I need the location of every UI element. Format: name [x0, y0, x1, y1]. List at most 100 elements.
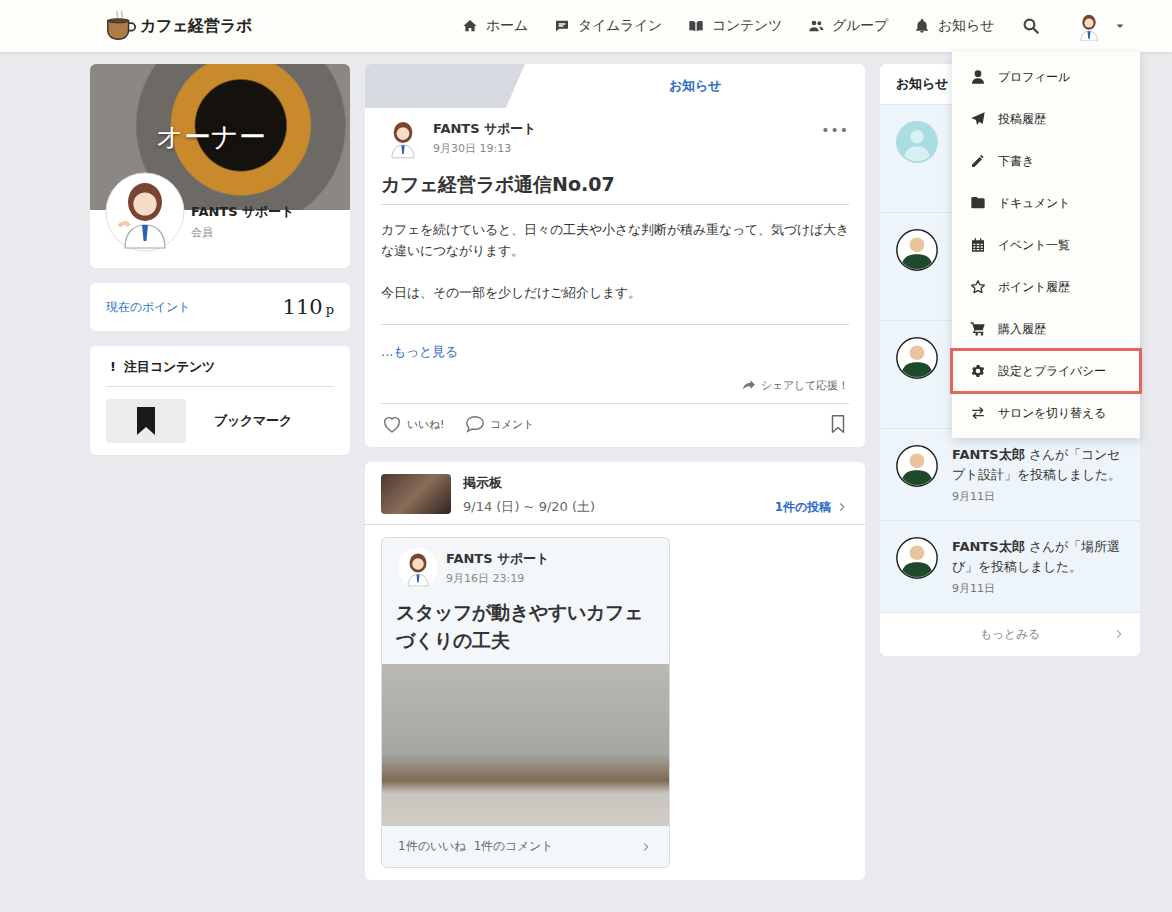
post-menu-button[interactable]: ••• [821, 122, 849, 138]
points-value: 110p [283, 295, 334, 319]
nav-item[interactable]: タイムライン [554, 17, 662, 35]
account-menu-item[interactable]: 下書き [952, 140, 1140, 182]
account-menu: プロフィール投稿履歴下書きドキュメントイベント一覧ポイント履歴購入履歴設定とプラ… [952, 52, 1140, 438]
post-author-name[interactable]: FANTS サポート [433, 120, 536, 138]
entry-avatar-icon[interactable] [398, 548, 438, 588]
read-more-link[interactable]: ...もっと見る [365, 325, 865, 361]
send-icon [970, 111, 986, 127]
entry-time: 9月16日 23:19 [446, 571, 549, 586]
coffee-cup-icon [104, 9, 138, 43]
member-avatar-icon [896, 337, 938, 379]
account-menu-item[interactable]: サロンを切り替える [952, 392, 1140, 434]
account-button[interactable] [1074, 11, 1126, 41]
bookmark-icon[interactable] [827, 413, 849, 435]
person-icon [970, 69, 986, 85]
featured-title: !注目コンテンツ [106, 358, 334, 387]
post-actions: いいね! コメント [381, 403, 849, 447]
nav-item[interactable]: ホーム [462, 17, 528, 35]
entry-photo [382, 664, 669, 826]
board-title: 掲示板 [463, 474, 849, 492]
heart-icon [381, 413, 403, 435]
bell-icon [914, 18, 930, 34]
logo-text: カフェ経営ラボ [140, 16, 252, 37]
board-thumbnail [381, 474, 451, 514]
post-time: 9月30日 19:13 [433, 141, 536, 156]
chevron-right-icon [835, 500, 849, 514]
logo[interactable]: カフェ経営ラボ [104, 9, 252, 43]
share-button[interactable]: シェアして応援！ [365, 361, 865, 403]
notification-item[interactable]: FANTS太郎 さんが「場所選び」を投稿しました。9月11日 [880, 521, 1140, 613]
profile-avatar-icon[interactable] [105, 172, 185, 252]
account-menu-item[interactable]: プロフィール [952, 56, 1140, 98]
like-button[interactable]: いいね! [381, 413, 444, 435]
notification-date: 9月11日 [952, 489, 1124, 504]
notification-actor: FANTS太郎 [952, 539, 1025, 554]
account-menu-item[interactable]: ポイント履歴 [952, 266, 1140, 308]
board-count[interactable]: 1件の投稿 [775, 499, 849, 516]
caret-down-icon [1114, 20, 1126, 32]
comment-button[interactable]: コメント [464, 413, 534, 435]
board-header[interactable]: 掲示板 9/14 (日) ~ 9/20 (土) 1件の投稿 [365, 462, 865, 525]
book-icon [688, 18, 704, 34]
folder-icon [970, 195, 986, 211]
post-tab[interactable]: お知らせ [525, 64, 865, 108]
post-card: お知らせ FANTS サポート 9月30日 19:13 ••• カフェ経営ラボ通信No.… [365, 64, 865, 447]
featured-card: !注目コンテンツブックマーク [90, 346, 350, 455]
cover-label: オーナー [156, 119, 266, 155]
comment-icon [464, 413, 486, 435]
top-bar: カフェ経営ラボホームタイムラインコンテンツグループお知らせプロフィール投稿履歴下… [0, 0, 1172, 52]
profile-card: オーナー FANTS サポート会員 [90, 64, 350, 268]
nav-item[interactable]: グループ [808, 17, 888, 35]
center-column: お知らせ FANTS サポート 9月30日 19:13 ••• カフェ経営ラボ通信No.… [365, 64, 865, 880]
users-icon [808, 18, 824, 34]
left-column: オーナー FANTS サポート会員現在のポイント 110p !注目コンテンツブックマー… [90, 64, 350, 455]
points-card[interactable]: 現在のポイント 110p [90, 283, 350, 331]
member-avatar-icon [896, 537, 938, 579]
search-icon[interactable] [1022, 17, 1040, 35]
chevron-right-icon [1112, 627, 1126, 641]
author-avatar-icon[interactable] [381, 116, 425, 160]
chevron-right-icon [639, 840, 653, 854]
account-menu-item[interactable]: ドキュメント [952, 182, 1140, 224]
board-card: 掲示板 9/14 (日) ~ 9/20 (土) 1件の投稿 FANTS サポート 9月… [365, 462, 865, 880]
board-entry-card[interactable]: FANTS サポート 9月16日 23:19 スタッフが動きやすいカフェづくりの工夫… [381, 537, 670, 868]
account-menu-item[interactable]: 設定とプライバシー [952, 350, 1140, 392]
profile-role: 会員 [191, 225, 294, 240]
calendar-icon [970, 237, 986, 253]
account-menu-item[interactable]: 購入履歴 [952, 308, 1140, 350]
bookmark-icon [134, 405, 158, 437]
points-label: 現在のポイント [106, 299, 190, 316]
board-range: 9/14 (日) ~ 9/20 (土) [463, 498, 595, 516]
pencil-icon [970, 153, 986, 169]
entry-likes: 1件のいいね [398, 838, 466, 855]
swap-icon [970, 405, 986, 421]
user-avatar-icon [1074, 11, 1104, 41]
cart-icon [970, 321, 986, 337]
entry-comments: 1件のコメント [474, 838, 554, 855]
featured-item[interactable]: ブックマーク [106, 399, 334, 443]
post-title: カフェ経営ラボ通信No.07 [381, 172, 849, 205]
nav-item[interactable]: お知らせ [914, 17, 994, 35]
system-avatar-icon [896, 121, 938, 163]
entry-title: スタッフが動きやすいカフェづくりの工夫 [382, 592, 669, 664]
notification-date: 9月11日 [952, 581, 1124, 596]
page: カフェ経営ラボホームタイムラインコンテンツグループお知らせプロフィール投稿履歴下… [0, 0, 1172, 912]
entry-stats: 1件のいいね 1件のコメント [382, 826, 669, 867]
profile-name: FANTS サポート [191, 203, 294, 221]
notification-item[interactable]: FANTS太郎 さんが「コンセプト設計」を投稿しました。9月11日 [880, 429, 1140, 521]
entry-author-name: FANTS サポート [446, 550, 549, 568]
nav-item[interactable]: コンテンツ [688, 17, 782, 35]
share-arrow-icon [741, 377, 757, 393]
member-avatar-icon [896, 229, 938, 271]
post-tab-strip: お知らせ [365, 64, 865, 108]
account-menu-item[interactable]: 投稿履歴 [952, 98, 1140, 140]
notification-actor: FANTS太郎 [952, 447, 1025, 462]
gear-icon [970, 363, 986, 379]
post-body: カフェを続けていると、日々の工夫や小さな判断が積み重なって、気づけば大きな違いに… [365, 205, 865, 303]
post-author: FANTS サポート 9月30日 19:13 ••• [365, 108, 865, 164]
home-icon [462, 18, 478, 34]
account-menu-item[interactable]: イベント一覧 [952, 224, 1140, 266]
more-notifications-link[interactable]: もっとみる [880, 613, 1140, 656]
chat-icon [554, 18, 570, 34]
main-nav: ホーム タイムライン コンテンツ グループ お知らせ [462, 17, 994, 35]
